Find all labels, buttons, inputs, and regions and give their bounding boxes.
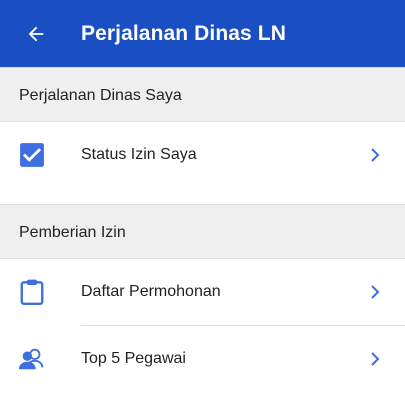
section-title: Pemberian Izin: [19, 224, 126, 241]
section-title: Perjalanan Dinas Saya: [19, 87, 182, 104]
app-bar: Perjalanan Dinas LN: [0, 0, 405, 67]
list-item-status-izin-saya[interactable]: Status Izin Saya: [0, 122, 405, 188]
chevron-right-icon: [369, 282, 381, 302]
section-header-pemberian-izin: Pemberian Izin: [0, 204, 405, 259]
chevron-right-icon: [369, 145, 381, 165]
arrow-left-icon: [28, 26, 44, 42]
clipboard-icon: [18, 278, 46, 306]
list-item-daftar-permohonan[interactable]: Daftar Permohonan: [0, 259, 405, 325]
list-item-label: Status Izin Saya: [81, 146, 197, 163]
back-button[interactable]: [22, 20, 50, 48]
chevron-right-icon: [369, 349, 381, 369]
checkbox-icon: [18, 141, 46, 169]
list-item-top-5-pegawai[interactable]: Top 5 Pegawai: [0, 326, 405, 392]
list-item-label: Top 5 Pegawai: [81, 350, 186, 367]
people-icon: [18, 345, 46, 373]
list-item-label: Daftar Permohonan: [81, 283, 221, 300]
page-title: Perjalanan Dinas LN: [81, 22, 286, 45]
section-header-perjalanan-dinas-saya: Perjalanan Dinas Saya: [0, 67, 405, 122]
